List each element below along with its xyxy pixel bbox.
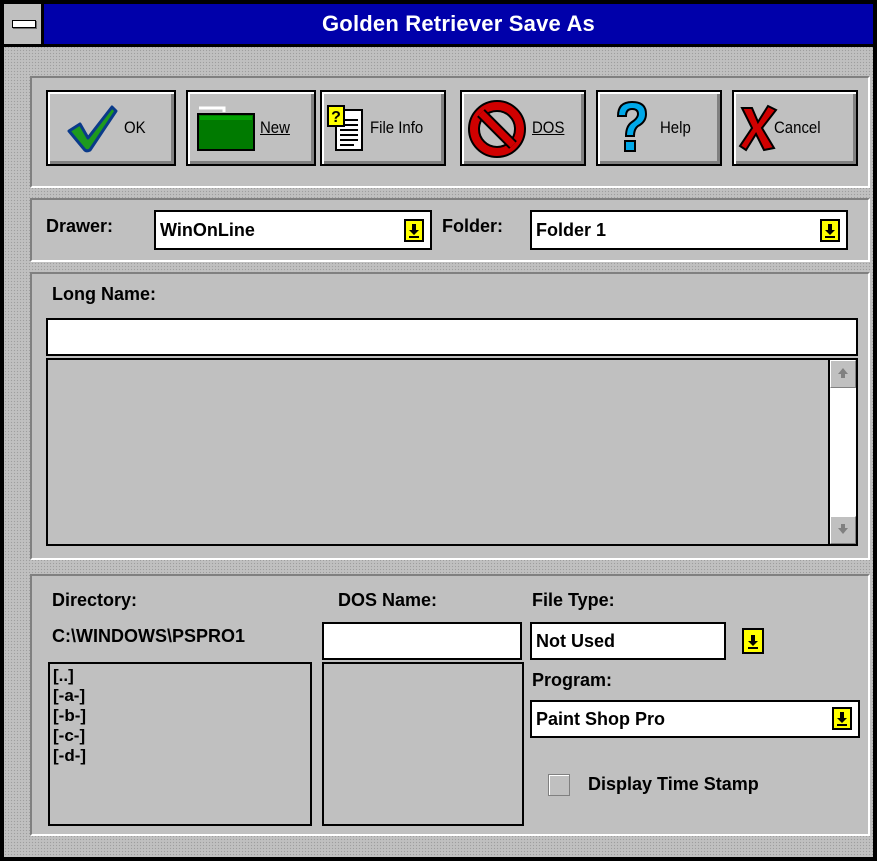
- dos-label: DOS: [532, 118, 565, 137]
- drawer-dropdown-button[interactable]: [404, 219, 424, 242]
- directory-item[interactable]: [-d-]: [50, 746, 310, 766]
- new-drawer-icon: [197, 106, 255, 151]
- dropdown-arrow-icon: [748, 635, 758, 649]
- scroll-down-button[interactable]: [830, 516, 856, 544]
- directory-item[interactable]: [..]: [50, 666, 310, 686]
- program-select[interactable]: Paint Shop Pro: [530, 700, 860, 738]
- program-label: Program:: [532, 670, 613, 690]
- scroll-down-icon: [838, 524, 848, 534]
- file-info-label: File Info: [370, 118, 424, 137]
- display-time-stamp-checkbox[interactable]: [548, 774, 570, 796]
- file-info-icon: ?: [327, 105, 363, 151]
- new-button[interactable]: New: [186, 90, 316, 166]
- dos-name-label: DOS Name:: [338, 590, 438, 610]
- vertical-scrollbar[interactable]: [828, 360, 856, 544]
- dropdown-arrow-icon: [409, 224, 419, 238]
- program-dropdown-button[interactable]: [832, 707, 852, 730]
- file-type-dropdown-button[interactable]: [742, 628, 764, 654]
- drawer-label: Drawer:: [46, 216, 114, 236]
- folder-select[interactable]: Folder 1: [530, 210, 848, 250]
- file-details-panel: Directory: C:\WINDOWS\PSPRO1 [..] [-a-] …: [30, 574, 870, 836]
- directory-path: C:\WINDOWS\PSPRO1: [52, 626, 246, 646]
- svg-text:?: ?: [331, 109, 341, 126]
- long-name-list[interactable]: [46, 358, 858, 546]
- folder-label: Folder:: [442, 216, 503, 236]
- drawer-select[interactable]: WinOnLine: [154, 210, 432, 250]
- cancel-button[interactable]: Cancel: [732, 90, 858, 166]
- directory-item[interactable]: [-c-]: [50, 726, 310, 746]
- system-menu-button[interactable]: [4, 4, 44, 44]
- scroll-up-button[interactable]: [830, 360, 856, 388]
- prohibited-icon: [468, 100, 526, 158]
- ok-button[interactable]: OK: [46, 90, 176, 166]
- dropdown-arrow-icon: [837, 712, 847, 726]
- directory-list[interactable]: [..] [-a-] [-b-] [-c-] [-d-]: [48, 662, 312, 826]
- help-label: Help: [660, 118, 691, 137]
- toolbar-panel: OK New ? File Info DOS Help Cancel: [30, 76, 870, 188]
- title-bar: Golden Retriever Save As: [4, 4, 873, 47]
- file-type-select[interactable]: Not Used: [530, 622, 726, 660]
- directory-item[interactable]: [-b-]: [50, 706, 310, 726]
- dos-button[interactable]: DOS: [460, 90, 586, 166]
- file-info-button[interactable]: ? File Info: [320, 90, 446, 166]
- scroll-up-icon: [838, 368, 848, 378]
- long-name-label: Long Name:: [52, 284, 157, 304]
- help-question-icon: [616, 100, 648, 152]
- file-type-label: File Type:: [532, 590, 615, 610]
- window-title: Golden Retriever Save As: [322, 11, 595, 36]
- help-button[interactable]: Help: [596, 90, 722, 166]
- directory-item[interactable]: [-a-]: [50, 686, 310, 706]
- dropdown-arrow-icon: [825, 224, 835, 238]
- drawer-value: WinOnLine: [160, 220, 255, 240]
- save-as-dialog: Golden Retriever Save As OK New ? File I…: [0, 0, 877, 861]
- folder-dropdown-button[interactable]: [820, 219, 840, 242]
- dos-name-list[interactable]: [322, 662, 524, 826]
- file-type-value: Not Used: [536, 631, 616, 651]
- cancel-label: Cancel: [774, 118, 821, 137]
- cancel-x-icon: [738, 104, 778, 152]
- ok-label: OK: [124, 118, 146, 137]
- long-name-input[interactable]: [46, 318, 858, 356]
- checkmark-icon: [67, 105, 118, 153]
- dos-name-input[interactable]: [322, 622, 522, 660]
- location-panel: Drawer: WinOnLine Folder: Folder 1: [30, 198, 870, 262]
- folder-value: Folder 1: [536, 220, 607, 240]
- directory-label: Directory:: [52, 590, 138, 610]
- new-label: New: [260, 118, 290, 137]
- system-menu-icon: [12, 20, 36, 28]
- display-time-stamp-label: Display Time Stamp: [588, 774, 759, 794]
- long-name-panel: Long Name:: [30, 272, 870, 560]
- program-value: Paint Shop Pro: [536, 709, 666, 729]
